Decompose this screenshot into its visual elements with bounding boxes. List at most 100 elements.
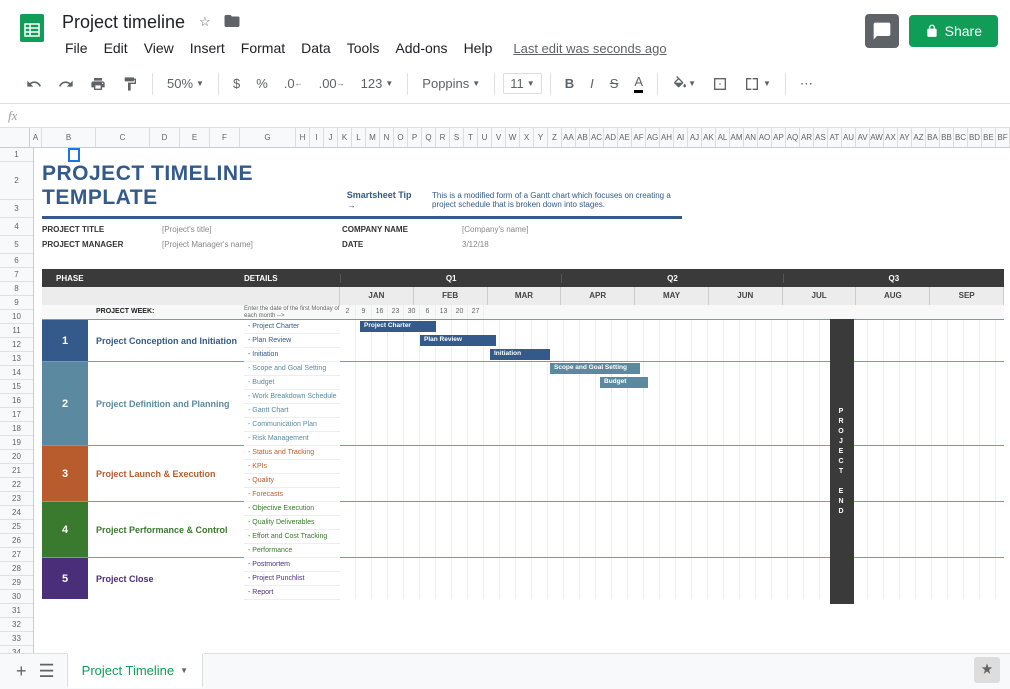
col-header[interactable]: BC xyxy=(954,128,968,147)
row-header[interactable]: 8 xyxy=(0,282,33,296)
row-header[interactable]: 7 xyxy=(0,268,33,282)
row-headers[interactable]: 1234567891011121314151617181920212223242… xyxy=(0,148,34,664)
col-header[interactable]: M xyxy=(366,128,380,147)
col-header[interactable]: AA xyxy=(562,128,576,147)
row-header[interactable]: 18 xyxy=(0,422,33,436)
borders-button[interactable] xyxy=(706,72,734,96)
col-header[interactable]: BA xyxy=(926,128,940,147)
col-header[interactable]: AH xyxy=(660,128,674,147)
row-header[interactable]: 21 xyxy=(0,464,33,478)
row-header[interactable]: 10 xyxy=(0,310,33,324)
col-header[interactable]: AL xyxy=(716,128,730,147)
col-header[interactable]: P xyxy=(408,128,422,147)
row-header[interactable]: 33 xyxy=(0,632,33,646)
col-header[interactable]: U xyxy=(478,128,492,147)
fill-color-button[interactable]: ▼ xyxy=(666,72,702,96)
row-header[interactable]: 20 xyxy=(0,450,33,464)
text-color-button[interactable]: A xyxy=(628,70,649,97)
row-header[interactable]: 19 xyxy=(0,436,33,450)
row-header[interactable]: 13 xyxy=(0,352,33,366)
col-header[interactable]: BD xyxy=(968,128,982,147)
share-button[interactable]: Share xyxy=(909,15,998,47)
col-header[interactable]: Q xyxy=(422,128,436,147)
col-header[interactable]: BF xyxy=(996,128,1010,147)
col-header[interactable]: V xyxy=(492,128,506,147)
row-header[interactable]: 29 xyxy=(0,576,33,590)
col-header[interactable]: N xyxy=(380,128,394,147)
more-formats[interactable]: 123▼ xyxy=(355,72,400,95)
row-header[interactable]: 23 xyxy=(0,492,33,506)
doc-title[interactable]: Project timeline xyxy=(58,10,189,35)
move-folder-icon[interactable] xyxy=(221,10,243,35)
col-header[interactable]: AU xyxy=(842,128,856,147)
menu-data[interactable]: Data xyxy=(294,38,338,58)
comments-button[interactable] xyxy=(865,14,899,48)
col-header[interactable]: D xyxy=(150,128,180,147)
increase-decimal[interactable]: .00→ xyxy=(313,72,351,95)
select-all-corner[interactable] xyxy=(0,128,30,147)
row-header[interactable]: 12 xyxy=(0,338,33,352)
col-header[interactable]: BB xyxy=(940,128,954,147)
col-header[interactable]: X xyxy=(520,128,534,147)
menu-view[interactable]: View xyxy=(137,38,181,58)
menu-file[interactable]: File xyxy=(58,38,95,58)
col-header[interactable]: B xyxy=(42,128,96,147)
font-select[interactable]: Poppins▼ xyxy=(416,72,486,95)
row-header[interactable]: 17 xyxy=(0,408,33,422)
col-header[interactable]: AO xyxy=(758,128,772,147)
star-icon[interactable]: ☆ xyxy=(197,12,213,32)
font-size-select[interactable]: 11▼ xyxy=(503,73,541,94)
format-currency[interactable]: $ xyxy=(227,72,246,95)
menu-tools[interactable]: Tools xyxy=(340,38,387,58)
zoom-select[interactable]: 50%▼ xyxy=(161,72,210,95)
menu-insert[interactable]: Insert xyxy=(183,38,232,58)
row-header[interactable]: 11 xyxy=(0,324,33,338)
col-header[interactable]: AV xyxy=(856,128,870,147)
spreadsheet-grid[interactable]: PROJECT TIMELINE TEMPLATE Smartsheet Tip… xyxy=(34,148,1010,664)
col-header[interactable]: AJ xyxy=(688,128,702,147)
merge-cells-button[interactable]: ▼ xyxy=(738,72,777,96)
print-button[interactable] xyxy=(84,72,112,96)
col-header[interactable]: BE xyxy=(982,128,996,147)
row-header[interactable]: 31 xyxy=(0,604,33,618)
col-header[interactable]: AE xyxy=(618,128,632,147)
col-header[interactable]: A xyxy=(30,128,42,147)
row-header[interactable]: 24 xyxy=(0,506,33,520)
col-header[interactable]: T xyxy=(464,128,478,147)
paint-format-button[interactable] xyxy=(116,72,144,96)
row-header[interactable]: 9 xyxy=(0,296,33,310)
col-header[interactable]: AB xyxy=(576,128,590,147)
row-header[interactable]: 28 xyxy=(0,562,33,576)
col-header[interactable]: AY xyxy=(898,128,912,147)
col-header[interactable]: J xyxy=(324,128,338,147)
row-header[interactable]: 5 xyxy=(0,236,33,254)
col-header[interactable]: AF xyxy=(632,128,646,147)
col-header[interactable]: AD xyxy=(604,128,618,147)
last-edit-link[interactable]: Last edit was seconds ago xyxy=(513,41,666,56)
row-header[interactable]: 6 xyxy=(0,254,33,268)
col-header[interactable]: E xyxy=(180,128,210,147)
row-header[interactable]: 26 xyxy=(0,534,33,548)
format-percent[interactable]: % xyxy=(250,72,274,95)
col-header[interactable]: AQ xyxy=(786,128,800,147)
col-header[interactable]: Z xyxy=(548,128,562,147)
decrease-decimal[interactable]: .0← xyxy=(278,72,309,95)
col-header[interactable]: AZ xyxy=(912,128,926,147)
row-header[interactable]: 16 xyxy=(0,394,33,408)
row-header[interactable]: 27 xyxy=(0,548,33,562)
row-header[interactable]: 15 xyxy=(0,380,33,394)
col-header[interactable]: F xyxy=(210,128,240,147)
sheets-logo[interactable] xyxy=(12,8,52,48)
col-header[interactable]: AM xyxy=(730,128,744,147)
sheet-tab-project-timeline[interactable]: Project Timeline ▼ xyxy=(67,653,203,688)
col-header[interactable]: AN xyxy=(744,128,758,147)
tab-menu-icon[interactable]: ▼ xyxy=(180,666,188,675)
italic-button[interactable]: I xyxy=(584,72,600,95)
col-header[interactable]: L xyxy=(352,128,366,147)
col-header[interactable]: AG xyxy=(646,128,660,147)
explore-button[interactable] xyxy=(974,657,1000,683)
col-header[interactable]: AI xyxy=(674,128,688,147)
menu-help[interactable]: Help xyxy=(457,38,500,58)
col-header[interactable]: Y xyxy=(534,128,548,147)
row-header[interactable]: 30 xyxy=(0,590,33,604)
